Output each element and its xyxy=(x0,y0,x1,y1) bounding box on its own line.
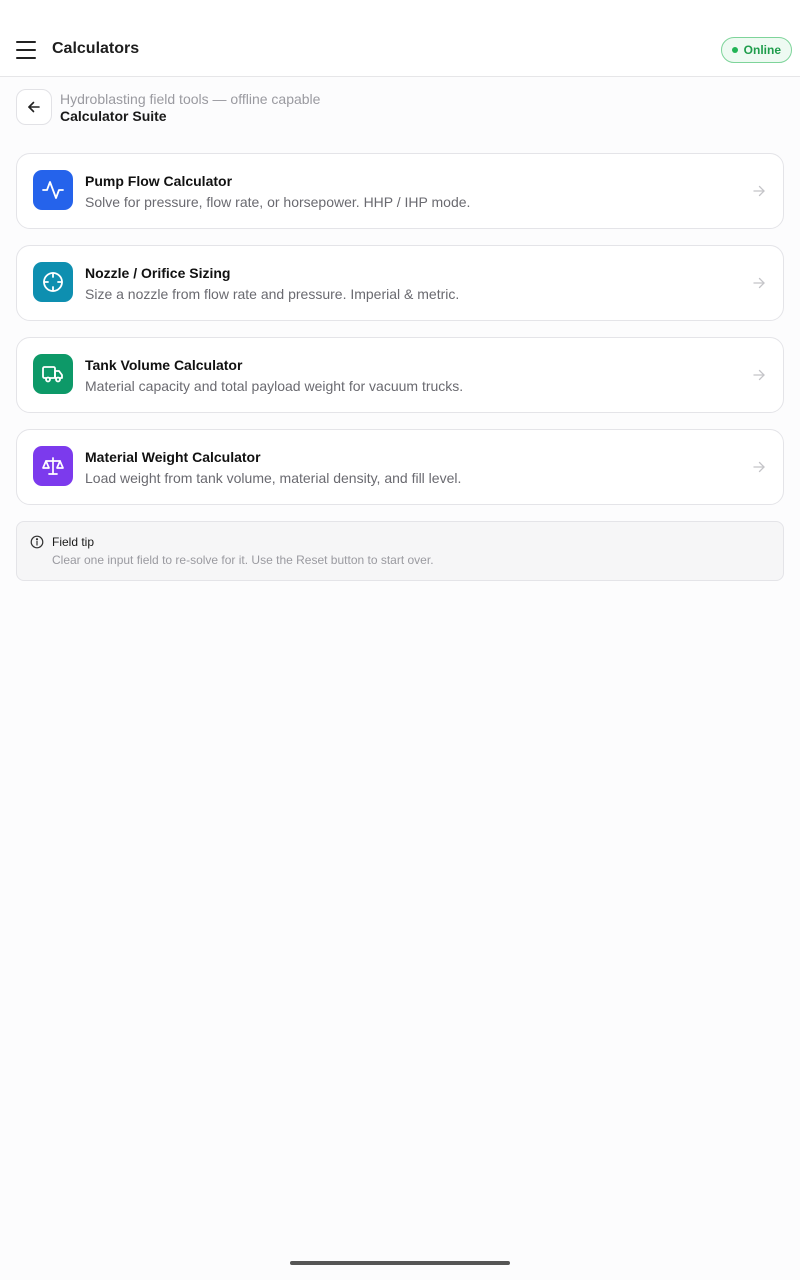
card-title: Pump Flow Calculator xyxy=(85,173,233,189)
truck-icon xyxy=(33,354,73,394)
status-label: Online xyxy=(743,43,781,57)
card-description: Material capacity and total payload weig… xyxy=(85,378,464,394)
home-indicator[interactable] xyxy=(290,1261,510,1265)
calculator-card-tank-volume[interactable]: Tank Volume Calculator Material capacity… xyxy=(16,337,784,413)
arrow-right-icon xyxy=(753,185,765,197)
activity-pulse-icon xyxy=(33,170,73,210)
top-app-bar: Calculators Online xyxy=(0,0,800,77)
field-tip-panel: Field tip Clear one input field to re-so… xyxy=(16,521,784,581)
status-badge: Online xyxy=(720,37,792,63)
tip-title: Field tip xyxy=(52,535,95,549)
calculator-card-nozzle-sizing[interactable]: Nozzle / Orifice Sizing Size a nozzle fr… xyxy=(16,245,784,321)
app-title: Calculators xyxy=(52,40,140,57)
card-title: Tank Volume Calculator xyxy=(85,357,243,373)
breadcrumb-subtitle: Hydroblasting field tools — offline capa… xyxy=(60,91,321,107)
card-description: Size a nozzle from flow rate and pressur… xyxy=(85,286,460,302)
hamburger-menu-icon[interactable] xyxy=(14,38,38,62)
card-title: Material Weight Calculator xyxy=(85,449,261,465)
page-title: Calculator Suite xyxy=(60,108,167,124)
card-description: Solve for pressure, flow rate, or horsep… xyxy=(85,194,471,210)
scale-icon xyxy=(33,446,73,486)
arrow-left-icon xyxy=(28,101,40,113)
status-dot-icon xyxy=(731,47,738,53)
crosshair-icon xyxy=(33,262,73,302)
card-description: Load weight from tank volume, material d… xyxy=(85,470,462,486)
arrow-right-icon xyxy=(753,369,765,381)
tip-text: Clear one input field to re-solve for it… xyxy=(52,553,434,567)
arrow-right-icon xyxy=(753,461,765,473)
arrow-right-icon xyxy=(753,277,765,289)
calculator-card-pump-flow[interactable]: Pump Flow Calculator Solve for pressure,… xyxy=(16,153,784,229)
info-icon xyxy=(30,535,44,549)
calculator-card-material-weight[interactable]: Material Weight Calculator Load weight f… xyxy=(16,429,784,505)
breadcrumb: Hydroblasting field tools — offline capa… xyxy=(16,89,784,125)
card-title: Nozzle / Orifice Sizing xyxy=(85,265,231,281)
back-button[interactable] xyxy=(16,89,52,125)
